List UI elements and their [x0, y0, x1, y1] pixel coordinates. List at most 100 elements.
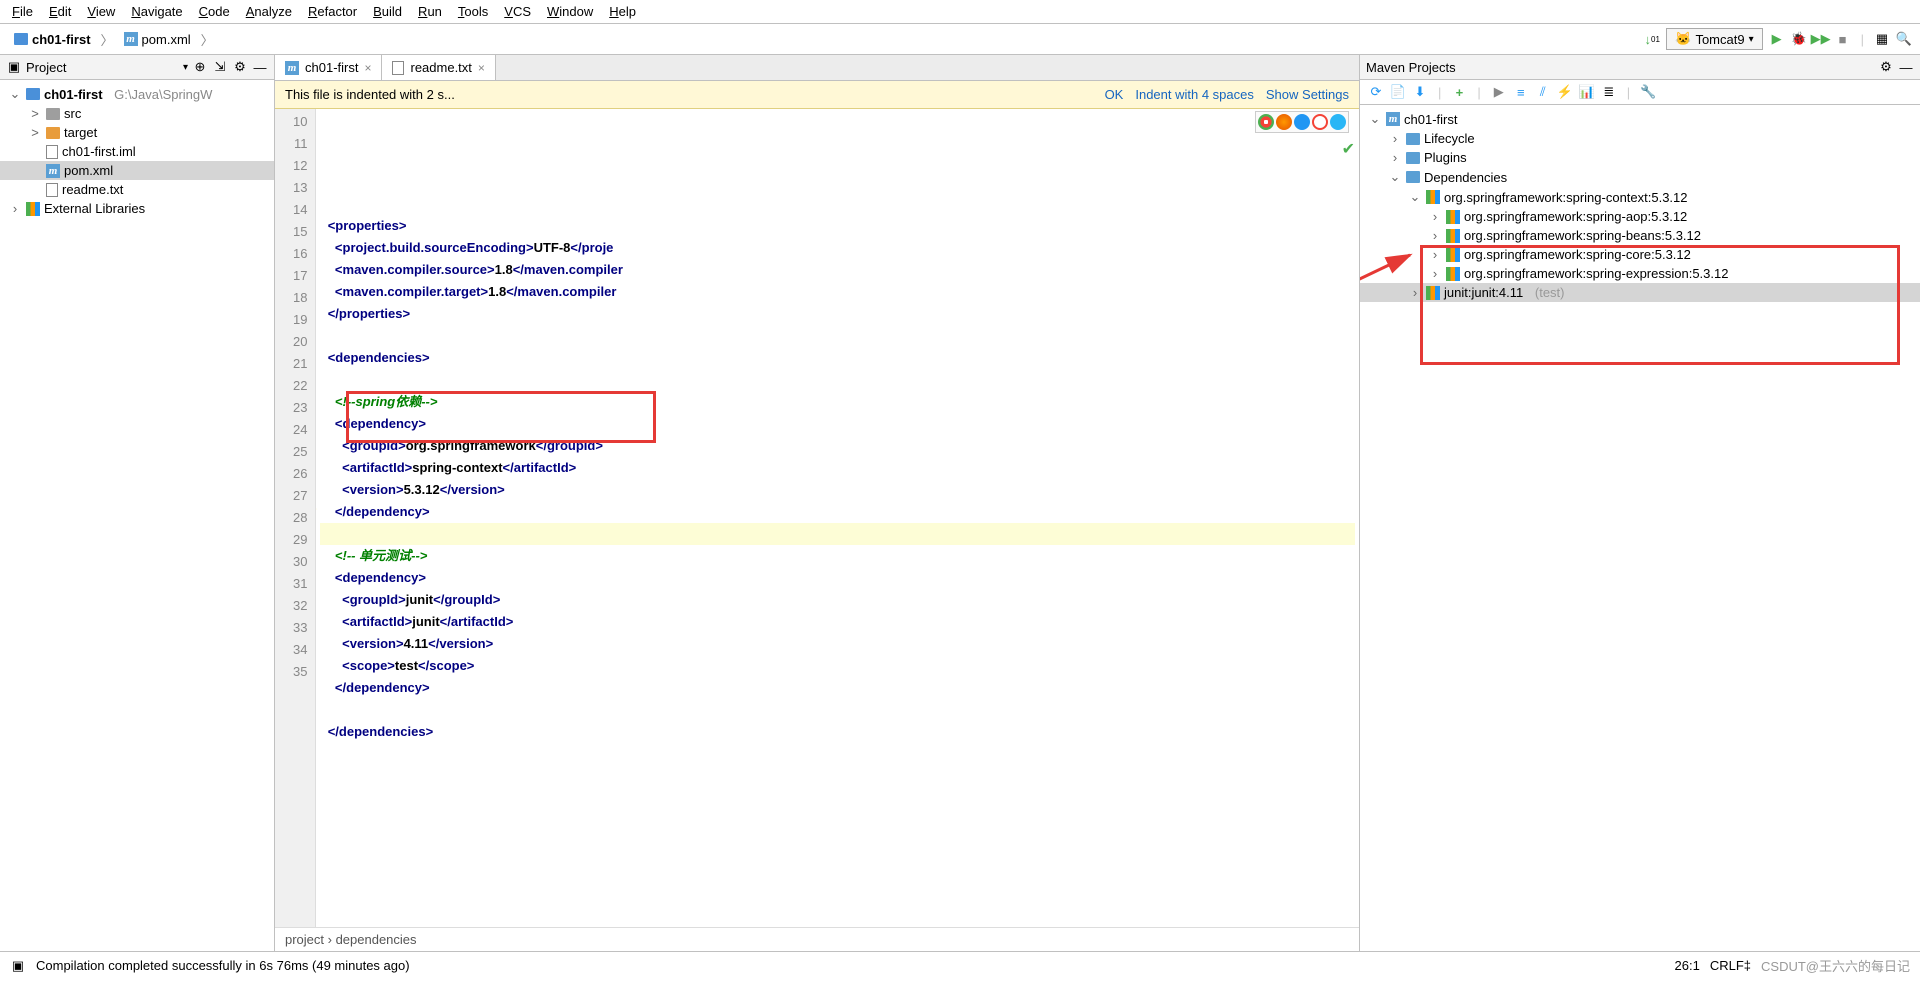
search-icon[interactable]: 🔍	[1896, 31, 1912, 47]
chrome-icon[interactable]	[1258, 114, 1274, 130]
expand-icon[interactable]	[28, 182, 42, 197]
expand-icon[interactable]	[28, 163, 42, 178]
project-panel: ▣ Project ▾ ⊕ ⇲ ⚙ — ⌄ ch01-first G:\Java…	[0, 55, 275, 951]
opera-icon[interactable]	[1312, 114, 1328, 130]
hide-icon[interactable]: —	[252, 59, 268, 75]
breadcrumb-project[interactable]: ch01-first	[8, 30, 97, 49]
expand-icon[interactable]	[28, 144, 42, 159]
maven-dep-item[interactable]: ›org.springframework:spring-aop:5.3.12	[1360, 207, 1920, 226]
expand-all-icon[interactable]: ≣	[1601, 84, 1617, 100]
maven-icon: m	[1386, 112, 1400, 126]
maven-tree: ⌄mch01-first ›Lifecycle ›Plugins ⌄Depend…	[1360, 105, 1920, 951]
maven-plugins[interactable]: ›Plugins	[1360, 148, 1920, 167]
maven-toolbar: ⟳ 📄 ⬇ | + | ▶ ≡ ⫽ ⚡ 📊 ≣ | 🔧	[1360, 80, 1920, 105]
firefox-icon[interactable]	[1276, 114, 1292, 130]
gear-icon[interactable]: ⚙	[1878, 59, 1894, 75]
expand-icon[interactable]: >	[28, 106, 42, 121]
menu-build[interactable]: Build	[373, 4, 402, 19]
notification-indent[interactable]: Indent with 4 spaces	[1135, 87, 1254, 102]
editor-tab[interactable]: readme.txt×	[382, 55, 495, 80]
menu-edit[interactable]: Edit	[49, 4, 71, 19]
close-icon[interactable]: ×	[478, 61, 485, 75]
execute-icon[interactable]: ≡	[1513, 84, 1529, 100]
close-icon[interactable]: ×	[364, 61, 371, 75]
tree-item[interactable]: >src	[0, 104, 274, 123]
sync-icon[interactable]: ↓01	[1644, 31, 1660, 47]
project-root[interactable]: ⌄ ch01-first G:\Java\SpringW	[0, 84, 274, 104]
status-message: Compilation completed successfully in 6s…	[36, 958, 1665, 973]
settings-icon[interactable]: 🔧	[1640, 84, 1656, 100]
line-separator[interactable]: CRLF‡	[1710, 958, 1751, 973]
maven-lifecycle[interactable]: ›Lifecycle	[1360, 129, 1920, 148]
debug-button[interactable]: 🐞	[1791, 31, 1807, 47]
breadcrumb: ch01-first 〉 mpom.xml 〉	[8, 30, 1644, 49]
add-icon[interactable]: +	[1451, 84, 1467, 100]
safari-icon[interactable]	[1294, 114, 1310, 130]
hide-icon[interactable]: —	[1898, 59, 1914, 75]
library-icon	[1426, 286, 1440, 300]
external-libraries[interactable]: › External Libraries	[0, 199, 274, 218]
editor-panel: mch01-first×readme.txt× This file is ind…	[275, 55, 1360, 951]
run-with-coverage-button[interactable]: ▶▶	[1813, 31, 1829, 47]
maven-dep-item[interactable]: ›org.springframework:spring-core:5.3.12	[1360, 245, 1920, 264]
notification-show-settings[interactable]: Show Settings	[1266, 87, 1349, 102]
toggle-icon[interactable]: ⫽	[1535, 84, 1551, 100]
project-tree: ⌄ ch01-first G:\Java\SpringW >src>target…	[0, 80, 274, 222]
expand-icon[interactable]: ›	[8, 201, 22, 216]
library-icon	[26, 202, 40, 216]
menu-vcs[interactable]: VCS	[504, 4, 531, 19]
status-bar: ▣ Compilation completed successfully in …	[0, 951, 1920, 979]
run-config-combo[interactable]: 🐱Tomcat9▾	[1666, 28, 1762, 50]
menu-tools[interactable]: Tools	[458, 4, 488, 19]
offline-icon[interactable]: ⚡	[1557, 84, 1573, 100]
generate-icon[interactable]: 📄	[1390, 84, 1406, 100]
target-icon[interactable]: ⊕	[192, 59, 208, 75]
gear-icon[interactable]: ⚙	[232, 59, 248, 75]
menu-refactor[interactable]: Refactor	[308, 4, 357, 19]
maven-dep-junit[interactable]: ›junit:junit:4.11 (test)	[1360, 283, 1920, 302]
code-editor[interactable]: 1011121314151617181920212223242526272829…	[275, 109, 1359, 927]
expand-icon[interactable]: ⌄	[8, 86, 22, 102]
cursor-position[interactable]: 26:1	[1675, 958, 1700, 973]
layout-icon[interactable]: ▦	[1874, 31, 1890, 47]
tree-item[interactable]: mpom.xml	[0, 161, 274, 180]
menu-run[interactable]: Run	[418, 4, 442, 19]
folder-icon	[1406, 133, 1420, 145]
dropdown-icon[interactable]: ▾	[183, 62, 188, 73]
maven-root[interactable]: ⌄mch01-first	[1360, 109, 1920, 129]
maven-dep-item[interactable]: ›org.springframework:spring-expression:5…	[1360, 264, 1920, 283]
library-icon	[1446, 267, 1460, 281]
tree-item[interactable]: ch01-first.iml	[0, 142, 274, 161]
breadcrumb-file[interactable]: mpom.xml	[118, 30, 197, 49]
library-icon	[1446, 248, 1460, 262]
menu-help[interactable]: Help	[609, 4, 636, 19]
stop-button[interactable]: ■	[1835, 31, 1851, 47]
maven-dep-parent[interactable]: ⌄org.springframework:spring-context:5.3.…	[1360, 187, 1920, 207]
tree-item[interactable]: >target	[0, 123, 274, 142]
collapse-icon[interactable]: ⇲	[212, 59, 228, 75]
graph-icon[interactable]: 📊	[1579, 84, 1595, 100]
notification-ok[interactable]: OK	[1105, 87, 1124, 102]
maven-dependencies[interactable]: ⌄Dependencies	[1360, 167, 1920, 187]
reimport-icon[interactable]: ⟳	[1368, 84, 1384, 100]
menu-file[interactable]: File	[12, 4, 33, 19]
menu-analyze[interactable]: Analyze	[246, 4, 292, 19]
chevron-icon: 〉	[101, 30, 114, 49]
status-icon[interactable]: ▣	[10, 958, 26, 974]
editor-tabs: mch01-first×readme.txt×	[275, 55, 1359, 81]
code-content[interactable]: ✔ <properties> <project.build.sourceEnco…	[316, 109, 1359, 927]
run-icon[interactable]: ▶	[1491, 84, 1507, 100]
bulb-icon[interactable]: 💡	[316, 501, 319, 523]
ie-icon[interactable]	[1330, 114, 1346, 130]
menu-view[interactable]: View	[87, 4, 115, 19]
menu-navigate[interactable]: Navigate	[131, 4, 182, 19]
menu-window[interactable]: Window	[547, 4, 593, 19]
maven-dep-item[interactable]: ›org.springframework:spring-beans:5.3.12	[1360, 226, 1920, 245]
editor-tab[interactable]: mch01-first×	[275, 55, 382, 80]
menu-code[interactable]: Code	[199, 4, 230, 19]
run-button[interactable]: ▶	[1769, 31, 1785, 47]
expand-icon[interactable]: >	[28, 125, 42, 140]
download-icon[interactable]: ⬇	[1412, 84, 1428, 100]
editor-breadcrumb[interactable]: project › dependencies	[275, 927, 1359, 951]
tree-item[interactable]: readme.txt	[0, 180, 274, 199]
